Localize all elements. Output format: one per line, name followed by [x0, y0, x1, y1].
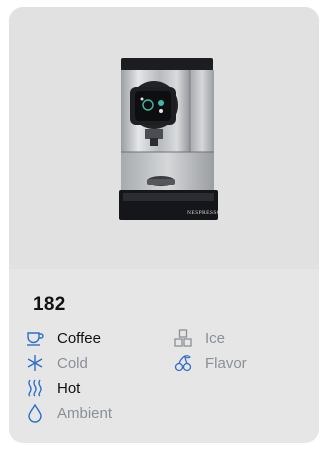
attribute-label: Hot — [57, 379, 81, 397]
attribute-hot: Hot — [25, 377, 80, 399]
attribute-label: Cold — [57, 354, 88, 372]
attribute-cold: Cold — [25, 352, 88, 374]
attribute-ice: Ice — [173, 327, 225, 349]
coffee-cup-icon — [25, 328, 45, 348]
steam-icon — [25, 378, 45, 398]
snowflake-icon — [25, 353, 45, 373]
ice-cubes-icon — [173, 328, 193, 348]
attribute-label: Ambient — [57, 404, 113, 422]
water-drop-icon — [25, 403, 45, 423]
product-image: NESPRESSO — [9, 7, 319, 269]
product-title: 182 — [33, 294, 66, 315]
attribute-label: Ice — [205, 329, 226, 347]
attribute-label: Flavor — [205, 354, 247, 372]
attribute-ambient: Ambient — [25, 402, 112, 424]
flavor-cherries-icon — [173, 353, 193, 373]
attribute-coffee: Coffee — [25, 327, 101, 349]
coffee-machine-image: NESPRESSO — [119, 58, 221, 220]
brand-logo: NESPRESSO — [187, 210, 221, 216]
attribute-label: Coffee — [57, 329, 101, 347]
attribute-flavor: Flavor — [173, 352, 247, 374]
